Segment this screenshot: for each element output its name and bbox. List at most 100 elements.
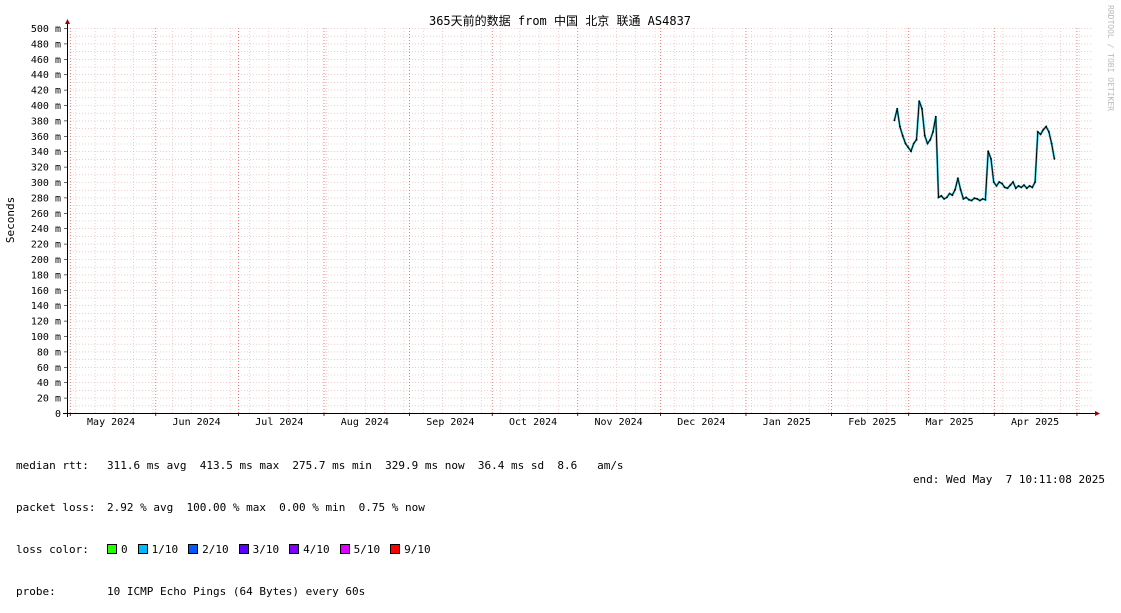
y-tick-label: 480 m — [31, 39, 61, 50]
packet-loss-label: packet loss: — [16, 501, 96, 514]
data-point — [979, 199, 981, 202]
loss-color-text: 2/10 — [202, 543, 229, 556]
x-tick-label: Feb 2025 — [848, 417, 896, 428]
y-tick-label: 260 m — [31, 209, 61, 220]
data-point — [948, 192, 951, 195]
x-tick-label: Aug 2024 — [341, 417, 389, 428]
loss-color-item: 1/10 — [137, 543, 179, 557]
loss-color-text: 3/10 — [252, 543, 280, 556]
ping-chart: 0 20 m 40 m 60 m 80 m 100 m 120 m 140 m 160 m 180… — [4, 5, 1115, 428]
x-tick-label: May 2024 — [87, 417, 135, 428]
loss-color-swatch — [238, 544, 249, 554]
y-tick-label: 20 m — [37, 394, 61, 405]
data-point — [962, 198, 965, 200]
data-point — [984, 198, 987, 201]
data-point — [1012, 181, 1014, 183]
median-rtt-row: median rtt: 311.6 ms avg 413.5 ms max 275… — [16, 459, 624, 473]
series-layer — [893, 100, 1056, 202]
axis-layer: 0 20 m 40 m 60 m 80 m 100 m 120 m 140 m 160 m 180… — [31, 19, 1100, 428]
loss-color-swatch — [390, 544, 401, 554]
data-point — [1048, 131, 1050, 133]
x-tick-label: Sep 2024 — [426, 417, 474, 428]
x-tick-label: Jan 2025 — [763, 417, 811, 428]
data-point — [893, 119, 896, 122]
data-point — [921, 107, 923, 110]
loss-color-swatch — [339, 544, 350, 554]
data-point — [951, 194, 954, 197]
median-rtt-value: 311.6 ms avg 413.5 ms max 275.7 ms min 3… — [107, 459, 624, 472]
data-point — [1006, 187, 1009, 190]
loss-color-text: 5/10 — [353, 543, 381, 556]
y-tick-label: 100 m — [31, 332, 61, 343]
x-tick-label: Nov 2024 — [595, 417, 643, 428]
y-tick-label: 460 m — [31, 55, 61, 66]
data-point — [1003, 186, 1006, 189]
y-tick-label: 180 m — [31, 270, 61, 281]
y-tick-label: 440 m — [31, 70, 61, 81]
loss-color-item: 5/10 — [339, 543, 381, 557]
y-tick-label: 160 m — [31, 286, 61, 297]
data-point — [1053, 158, 1056, 160]
loss-color-item: 9/10 — [390, 543, 431, 557]
data-point — [973, 197, 976, 200]
data-point — [995, 185, 998, 187]
data-point — [1050, 142, 1053, 145]
loss-color-row: loss color: 0 1/10 2/10 3/10 4/10 5/10 9/10 — [16, 543, 624, 557]
x-tick-label: Jul 2024 — [255, 417, 303, 428]
y-tick-label: 60 m — [37, 363, 61, 374]
loss-color-text: 1/10 — [151, 543, 179, 556]
loss-color-swatch — [289, 544, 300, 554]
data-point — [1023, 184, 1025, 187]
data-point — [968, 198, 970, 201]
data-point — [1036, 131, 1039, 133]
data-point — [926, 142, 929, 145]
median-rtt-label: median rtt: — [16, 459, 89, 472]
y-tick-label: 400 m — [31, 101, 61, 112]
loss-color-item: 4/10 — [289, 543, 330, 557]
y-tick-label: 240 m — [31, 224, 61, 235]
data-point — [923, 134, 926, 137]
y-tick-label: 280 m — [31, 193, 61, 204]
probe-label: probe: — [16, 585, 56, 598]
x-tick-label: Apr 2025 — [1011, 417, 1059, 428]
data-point — [937, 196, 940, 199]
data-point — [1020, 186, 1023, 189]
y-tick-label: 200 m — [31, 255, 61, 266]
y-axis-label: Seconds — [4, 197, 17, 243]
data-point — [915, 138, 918, 141]
x-tick-label: Oct 2024 — [509, 417, 557, 428]
y-tick-label: 220 m — [31, 240, 61, 251]
x-tick-label: Jun 2024 — [173, 417, 221, 428]
loss-color-text: 4/10 — [303, 543, 330, 556]
data-point — [896, 107, 899, 110]
x-axis-arrow — [1095, 411, 1100, 416]
data-point — [990, 158, 992, 160]
y-tick-label: 380 m — [31, 116, 61, 127]
end-time: end: Wed May 7 10:11:08 2025 — [912, 473, 1105, 486]
loss-color-item: 0 — [107, 543, 128, 557]
data-point — [907, 146, 910, 149]
data-point — [1025, 187, 1028, 190]
y-tick-label: 80 m — [37, 347, 61, 358]
data-point — [970, 199, 973, 202]
data-point — [934, 115, 937, 118]
data-point — [987, 150, 990, 153]
data-point — [1045, 125, 1047, 128]
y-tick-label: 320 m — [31, 163, 61, 174]
data-point — [1009, 184, 1012, 187]
data-point — [1042, 128, 1045, 131]
loss-color-item: 2/10 — [188, 543, 229, 557]
data-point — [1001, 182, 1003, 185]
rrdtool-watermark: RRDTOOL / TOBI OETIKER — [1106, 5, 1115, 111]
loss-color-swatch — [107, 544, 117, 554]
data-point — [912, 142, 915, 145]
data-point — [1014, 187, 1017, 190]
data-point — [904, 142, 907, 145]
data-point — [976, 198, 979, 200]
y-tick-label: 340 m — [31, 147, 61, 158]
data-point — [901, 134, 904, 137]
probe-row: probe: 10 ICMP Echo Pings (64 Bytes) ever… — [16, 585, 624, 599]
legend: median rtt: 311.6 ms avg 413.5 ms max 275… — [16, 431, 624, 613]
loss-color-text: 0 — [121, 543, 128, 556]
loss-color-label: loss color: — [16, 543, 89, 556]
